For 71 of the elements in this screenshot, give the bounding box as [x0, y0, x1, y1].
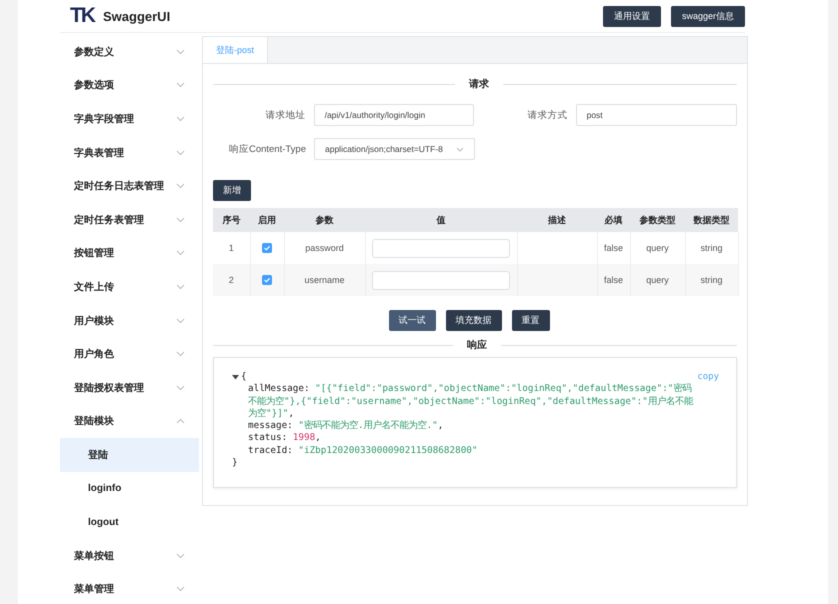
chevron-down-icon — [456, 146, 464, 152]
menu-group[interactable]: 登陆模块 — [60, 404, 199, 438]
menu-group[interactable]: 字典表管理 — [60, 136, 199, 170]
json-brace: { — [241, 371, 247, 384]
menu-group[interactable]: 用户角色 — [60, 337, 199, 371]
menu-group[interactable]: 定时任务日志表管理 — [60, 169, 199, 203]
table-cell: false — [597, 264, 630, 296]
column-header: 数据类型 — [685, 208, 738, 232]
menu-label: 按钮管理 — [74, 246, 114, 260]
menu-item[interactable]: 登陆 — [60, 438, 199, 472]
field-label: 响应Content-Type — [228, 142, 307, 156]
action-button[interactable]: 重置 — [512, 310, 550, 331]
table-cell: string — [685, 264, 738, 296]
checkbox[interactable] — [262, 275, 272, 286]
menu-label: 登陆模块 — [74, 414, 114, 428]
menu-label: 菜单按钮 — [74, 550, 114, 563]
collapse-icon[interactable] — [232, 374, 239, 380]
column-header: 必填 — [597, 208, 630, 232]
column-header: 参数类型 — [630, 208, 685, 232]
column-header: 值 — [365, 208, 517, 232]
json-line: message: "密码不能为空.用户名不能为空.", — [247, 420, 444, 432]
menu-label: 定时任务表管理 — [74, 213, 144, 227]
content-type-select[interactable]: application/json;charset=UTF-8 — [314, 138, 475, 160]
value-field[interactable] — [372, 238, 510, 258]
section-title: 请求 — [469, 78, 489, 91]
menu-group[interactable]: 文件上传 — [60, 270, 199, 304]
menu-label: 字典字段管理 — [74, 112, 134, 126]
menu-label: 登陆授权表管理 — [74, 382, 144, 395]
field-label: 请求地址 — [264, 108, 307, 122]
menu-group[interactable]: 参数选项 — [60, 68, 199, 102]
url-field[interactable]: /api/v1/authority/login/login — [314, 104, 474, 126]
menu-label: 参数定义 — [74, 45, 114, 59]
action-button[interactable]: 填充数据 — [446, 310, 502, 331]
menu-label: 文件上传 — [74, 280, 114, 294]
table-cell: username — [284, 264, 365, 296]
json-line: traceId: "iZbp12020033000090211508682800" — [247, 444, 478, 458]
menu-group[interactable]: 登陆授权表管理 — [60, 370, 199, 405]
column-header: 描述 — [517, 208, 597, 232]
add-button[interactable]: 新增 — [213, 180, 251, 201]
menu-group[interactable]: 字典字段管理 — [60, 102, 199, 136]
menu-label: 定时任务日志表管理 — [74, 179, 164, 194]
menu-group[interactable]: 按钮管理 — [60, 236, 199, 270]
logo: TK — [70, 4, 94, 28]
json-brace: } — [232, 457, 239, 470]
menu-label: 参数选项 — [74, 78, 114, 92]
menu-label: 菜单管理 — [74, 582, 114, 596]
menu-group[interactable]: 参数定义 — [60, 35, 199, 69]
header-button[interactable]: 通用设置 — [602, 6, 661, 26]
menu-label: 用户模块 — [74, 314, 114, 328]
checkbox[interactable] — [262, 243, 272, 254]
column-header: 参数 — [284, 208, 365, 232]
table-cell: query — [630, 264, 685, 296]
menu-item[interactable]: loginfo — [60, 472, 199, 506]
action-button[interactable]: 试一试 — [388, 310, 436, 331]
menu-label: 字典表管理 — [74, 146, 124, 160]
json-line: status: 1998, — [247, 432, 322, 445]
menu-group[interactable]: 菜单管理 — [60, 572, 199, 604]
header-button[interactable]: swagger信息 — [670, 6, 745, 26]
menu-label: 用户角色 — [74, 347, 114, 362]
menu-group[interactable]: 用户模块 — [60, 304, 199, 338]
method-field[interactable]: post — [576, 104, 737, 126]
table-cell: 2 — [213, 264, 250, 296]
section-title: 响应 — [467, 338, 487, 352]
menu-group[interactable]: 定时任务表管理 — [60, 202, 199, 237]
column-header: 启用 — [250, 208, 284, 232]
field-label: 请求方式 — [526, 108, 569, 122]
app-title: SwaggerUI — [103, 8, 170, 24]
column-header: 序号 — [213, 208, 250, 232]
value-field[interactable] — [372, 270, 510, 290]
menu-group[interactable]: 菜单按钮 — [60, 538, 199, 572]
menu-item[interactable]: logout — [60, 505, 199, 539]
